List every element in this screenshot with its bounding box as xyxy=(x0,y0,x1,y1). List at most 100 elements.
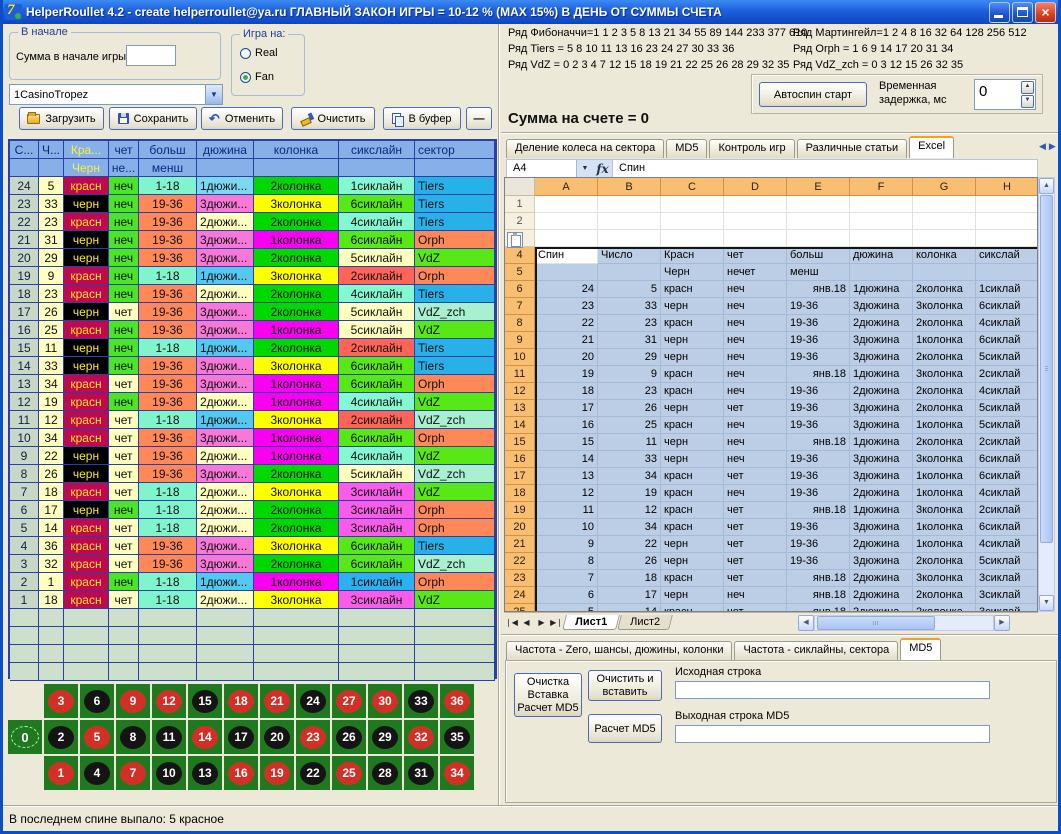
excel-cell[interactable]: 19-36 xyxy=(787,451,850,468)
excel-cell[interactable] xyxy=(661,213,724,230)
excel-cell[interactable]: 2дюжина xyxy=(850,536,913,553)
roulette-number[interactable]: 36 xyxy=(444,690,470,713)
excel-cell[interactable]: 4сиклай xyxy=(976,383,1038,400)
excel-cell[interactable]: 3сиклай xyxy=(976,604,1038,612)
excel-row-header[interactable]: 2 xyxy=(505,213,535,230)
roulette-number[interactable]: 10 xyxy=(156,762,182,785)
excel-cell[interactable]: янв.18 xyxy=(787,604,850,612)
roulette-number[interactable]: 22 xyxy=(300,762,326,785)
roulette-cell[interactable]: 9 xyxy=(116,684,150,718)
excel-cell[interactable]: чет xyxy=(724,247,787,264)
hscroll-thumb[interactable] xyxy=(817,616,935,630)
excel-cell[interactable]: сикслай xyxy=(976,247,1038,264)
clear-button[interactable]: Очистить xyxy=(291,107,375,130)
excel-cell[interactable]: 1колонка xyxy=(913,332,976,349)
excel-cell[interactable] xyxy=(976,230,1038,247)
casino-select[interactable]: 1CasinoTropez ▼ xyxy=(9,84,223,105)
excel-cell[interactable]: 20 xyxy=(535,349,598,366)
excel-cell[interactable] xyxy=(661,196,724,213)
excel-cell[interactable]: красн xyxy=(661,485,724,502)
tab-freq-sixlines[interactable]: Частота - сиклайны, сектора xyxy=(734,641,898,660)
excel-row-header[interactable]: 15 xyxy=(505,434,535,451)
excel-cell[interactable]: 3дюжина xyxy=(850,332,913,349)
excel-cell[interactable]: менш xyxy=(787,264,850,281)
excel-cell[interactable]: 1колонка xyxy=(913,485,976,502)
scroll-left-icon[interactable]: ◀ xyxy=(798,615,814,631)
md5-input-field[interactable] xyxy=(675,681,990,699)
excel-row-header[interactable]: 21 xyxy=(505,536,535,553)
excel-cell[interactable]: 2колонка xyxy=(913,281,976,298)
excel-cell[interactable]: 3дюжина xyxy=(850,400,913,417)
roulette-cell[interactable]: 28 xyxy=(368,756,402,790)
excel-cell[interactable]: 12 xyxy=(598,502,661,519)
excel-cell[interactable]: 31 xyxy=(598,332,661,349)
roulette-number[interactable]: 31 xyxy=(408,762,434,785)
excel-cell[interactable]: 2колонка xyxy=(913,315,976,332)
roulette-cell[interactable]: 34 xyxy=(440,756,474,790)
roulette-cell[interactable]: 24 xyxy=(296,684,330,718)
excel-row-header[interactable]: 22 xyxy=(505,553,535,570)
excel-cell[interactable]: 12 xyxy=(535,485,598,502)
excel-cell[interactable]: чет xyxy=(724,519,787,536)
roulette-number[interactable]: 24 xyxy=(300,690,326,713)
sheet-tab-list1[interactable]: Лист1 xyxy=(562,615,620,630)
excel-cell[interactable]: 4сиклай xyxy=(976,536,1038,553)
excel-cell[interactable]: 5сиклай xyxy=(976,349,1038,366)
excel-cell[interactable] xyxy=(535,264,598,281)
excel-row-header[interactable]: 19 xyxy=(505,502,535,519)
roulette-cell[interactable]: 22 xyxy=(296,756,330,790)
excel-cell[interactable] xyxy=(850,264,913,281)
collapse-button[interactable]: — xyxy=(466,107,492,130)
roulette-cell[interactable]: 10 xyxy=(152,756,186,790)
excel-cell[interactable]: красн xyxy=(661,519,724,536)
excel-cell[interactable]: 3колонка xyxy=(913,570,976,587)
cell-name-box[interactable]: A4 xyxy=(507,160,577,177)
roulette-cell[interactable]: 5 xyxy=(80,720,114,754)
excel-col-header[interactable]: G xyxy=(913,178,976,196)
excel-cell[interactable]: 29 xyxy=(598,349,661,366)
excel-cell[interactable]: 4сиклай xyxy=(976,485,1038,502)
excel-cell[interactable]: неч xyxy=(724,383,787,400)
excel-cell[interactable]: 24 xyxy=(535,281,598,298)
tab-freq-chances[interactable]: Частота - Zero, шансы, дюжины, колонки xyxy=(506,641,732,660)
excel-cell[interactable]: 6сиклай xyxy=(976,468,1038,485)
excel-cell[interactable]: 2колонка xyxy=(913,587,976,604)
roulette-cell[interactable]: 30 xyxy=(368,684,402,718)
radio-real[interactable]: Real xyxy=(240,47,278,59)
excel-cell[interactable]: 25 xyxy=(598,417,661,434)
excel-cell[interactable]: 2колонка xyxy=(913,604,976,612)
excel-row-header[interactable]: 13 xyxy=(505,400,535,417)
excel-hscrollbar[interactable]: ◀ ▶ xyxy=(798,615,1010,631)
excel-cell[interactable]: 19 xyxy=(535,366,598,383)
tab-articles[interactable]: Различные статьи xyxy=(797,139,908,158)
excel-cell[interactable]: 2дюжина xyxy=(850,604,913,612)
excel-col-header[interactable]: D xyxy=(724,178,787,196)
excel-cell[interactable]: 1дюжина xyxy=(850,502,913,519)
excel-cell[interactable]: чет xyxy=(724,604,787,612)
excel-cell[interactable] xyxy=(535,213,598,230)
roulette-cell[interactable]: 21 xyxy=(260,684,294,718)
roulette-number[interactable]: 26 xyxy=(336,726,362,749)
roulette-number[interactable]: 12 xyxy=(156,690,182,713)
excel-cell[interactable]: 2колонка xyxy=(913,383,976,400)
excel-cell[interactable]: чет xyxy=(724,570,787,587)
excel-cell[interactable] xyxy=(976,264,1038,281)
excel-cell[interactable] xyxy=(724,196,787,213)
excel-cell[interactable]: 33 xyxy=(598,298,661,315)
excel-cell[interactable] xyxy=(724,230,787,247)
excel-cell[interactable]: неч xyxy=(724,298,787,315)
excel-cell[interactable]: 1колонка xyxy=(913,536,976,553)
excel-cell[interactable]: 2колонка xyxy=(913,553,976,570)
excel-cell[interactable]: чет xyxy=(724,553,787,570)
excel-cell[interactable] xyxy=(787,196,850,213)
excel-cell[interactable]: 1дюжина xyxy=(850,281,913,298)
excel-row-header[interactable]: 6 xyxy=(505,281,535,298)
excel-cell[interactable] xyxy=(850,213,913,230)
excel-cell[interactable] xyxy=(976,213,1038,230)
excel-cell[interactable]: чет xyxy=(724,400,787,417)
excel-cell[interactable]: 6сиклай xyxy=(976,519,1038,536)
excel-col-header[interactable]: B xyxy=(598,178,661,196)
md5-clear-insert-button[interactable]: Очистить и вставить xyxy=(588,670,662,701)
roulette-cell[interactable]: 11 xyxy=(152,720,186,754)
maximize-button[interactable] xyxy=(1012,2,1033,23)
